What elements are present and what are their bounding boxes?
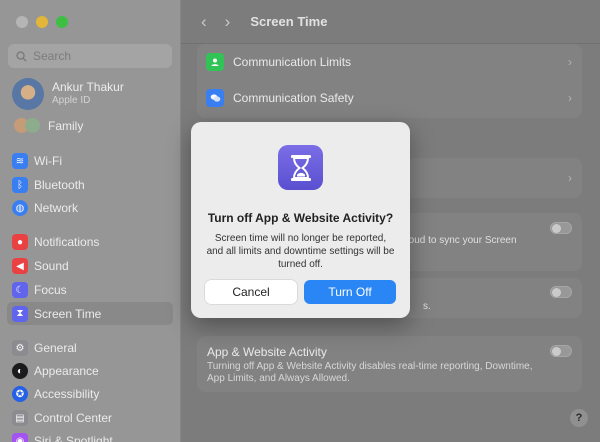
dialog-message: Screen time will no longer be reported, … (206, 233, 395, 270)
hourglass-icon (278, 145, 323, 190)
dialog-title: Turn off App & Website Activity? (207, 211, 394, 225)
turn-off-button[interactable]: Turn Off (304, 280, 396, 304)
confirm-dialog: Turn off App & Website Activity? Screen … (191, 122, 410, 318)
cancel-button[interactable]: Cancel (205, 280, 297, 304)
